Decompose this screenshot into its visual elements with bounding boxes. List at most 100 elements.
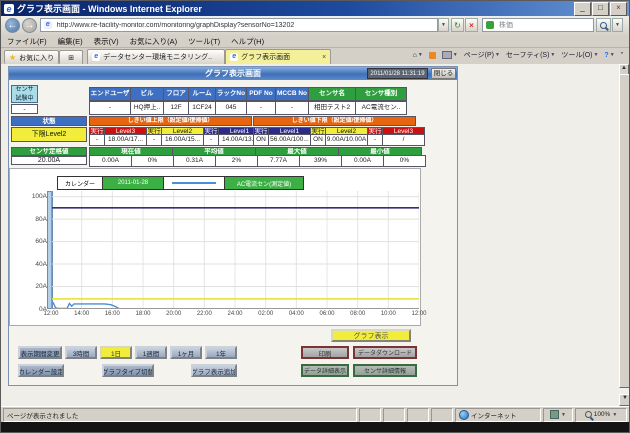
col-header: センサ名 [308, 87, 356, 101]
window-controls: _ □ × [574, 2, 627, 16]
security-zone: インターネット [455, 408, 541, 422]
tab-datacenter-monitoring[interactable]: e データセンター環境モニタリング.. [87, 49, 225, 64]
scrollbar-thumb[interactable] [619, 74, 630, 388]
print-page-button[interactable]: 印刷 [301, 346, 349, 359]
help-menu[interactable]: ?▼ [604, 52, 614, 59]
minimize-button[interactable]: _ [574, 2, 591, 16]
status-cell [431, 408, 453, 422]
period-1week-button[interactable]: 1週間 [135, 346, 167, 359]
col-value: 045 [215, 101, 247, 115]
data-detail-button[interactable]: データ詳細表示 [301, 364, 349, 377]
vertical-scrollbar[interactable]: ▲ ▼ [619, 64, 629, 406]
rated-header: センサ定格値 [11, 147, 87, 156]
period-3hour-button[interactable]: 3時間 [65, 346, 97, 359]
tab-label: データセンター環境モニタリング.. [103, 52, 212, 62]
ie-logo-icon: e [4, 4, 14, 14]
page-menu[interactable]: ページ(P)▼ [464, 50, 500, 60]
col-header: エンドユーザ [89, 87, 131, 101]
legend-calendar-label: カレンダー [57, 176, 103, 190]
add-favorite-button[interactable]: ⊞ [59, 50, 83, 64]
sensor-detail-button[interactable]: センサ詳細情報 [353, 364, 417, 377]
address-field[interactable]: e [40, 18, 438, 32]
search-options-button[interactable]: ▼ [612, 18, 623, 32]
graph-show-button[interactable]: グラフ表示 [331, 329, 411, 342]
overflow-chevron[interactable]: ” [621, 52, 623, 59]
help-icon: ? [604, 52, 608, 59]
tab-favicon: e [92, 53, 100, 61]
period-1month-button[interactable]: 1ヶ月 [170, 346, 202, 359]
protected-mode-cell[interactable]: ▼ [543, 408, 573, 422]
sensor-info-table: エンドユーザ- ビルHQ押上.. フロア12F ルーム1CF24 ラックNo04… [89, 87, 407, 115]
col-header: ビル [130, 87, 164, 101]
col-value: - [275, 101, 309, 115]
search-box[interactable] [482, 18, 594, 32]
shield-icon [550, 410, 559, 419]
rated-value: 20.00A [11, 156, 87, 165]
calendar-setting-button[interactable]: カレンダー設定 [18, 364, 64, 377]
menu-help[interactable]: ヘルプ(H) [231, 36, 264, 47]
maximize-button[interactable]: □ [592, 2, 609, 16]
menu-bar: ファイル(F) 編集(E) 表示(V) お気に入り(A) ツール(T) ヘルプ(… [1, 35, 629, 48]
tools-menu[interactable]: ツール(O)▼ [561, 50, 598, 60]
legend-line-sample [163, 176, 225, 190]
threshold-upper-title: しきい値上限（設定値/復帰値） [89, 116, 252, 126]
period-1day-button[interactable]: 1日 [100, 346, 132, 359]
tab-bar: ★ お気に入り ⊞ e データセンター環境モニタリング.. e グラフ表示画面 … [1, 48, 629, 64]
period-1year-button[interactable]: 1年 [205, 346, 237, 359]
status-header: 状態 [11, 116, 87, 126]
forward-button[interactable]: → [22, 18, 37, 33]
status-value: 下限Level2 [11, 127, 87, 142]
data-download-button[interactable]: データダウンロード [353, 346, 417, 359]
favorites-label: お気に入り [19, 53, 54, 63]
favorites-button[interactable]: ★ お気に入り [4, 50, 59, 64]
url-input[interactable] [55, 21, 434, 30]
tab-close-icon[interactable]: × [322, 54, 326, 61]
screen-bottom-strip [1, 422, 629, 433]
menu-view[interactable]: 表示(V) [94, 36, 119, 47]
measurement-values: 0.00A 0% 0.31A 2% 7.77A 39% 0.00A 0% [89, 155, 426, 167]
print-button[interactable]: ▼ [442, 51, 458, 59]
status-cell [407, 408, 429, 422]
tab-graph-display[interactable]: e グラフ表示画面 × [225, 49, 331, 64]
page-title: グラフ表示画面 [205, 69, 261, 78]
sensor-test-badge: センサ試験中 [11, 85, 38, 103]
home-button[interactable]: ⌂▼ [413, 52, 423, 59]
col-header: ルーム [188, 87, 216, 101]
search-button[interactable] [596, 18, 611, 32]
stop-icon[interactable]: × [465, 18, 478, 32]
safety-menu[interactable]: セーフティ(S)▼ [506, 50, 555, 60]
tab-favicon: e [230, 53, 238, 61]
graph-type-button[interactable]: グラフタイプ切替 [102, 364, 154, 377]
back-button[interactable]: ← [5, 18, 20, 33]
period-change-label-button[interactable]: 表示期間変更 [18, 346, 62, 359]
col-value: HQ押上.. [130, 101, 164, 115]
internet-zone-icon [459, 410, 469, 420]
zoom-control[interactable]: 100% ▼ [575, 408, 627, 422]
ie-window: e グラフ表示画面 - Windows Internet Explorer _ … [0, 0, 630, 433]
search-provider-icon [486, 21, 494, 29]
menu-favorites[interactable]: お気に入り(A) [130, 36, 178, 47]
scroll-down-icon[interactable]: ▼ [619, 394, 630, 406]
feeds-button[interactable] [429, 52, 436, 59]
menu-file[interactable]: ファイル(F) [7, 36, 47, 47]
search-icon [600, 22, 607, 29]
col-value: - [246, 101, 276, 115]
search-input[interactable] [497, 21, 590, 30]
threshold-upper-values: -18.00A/17... -16.00A/15... -14.00A/13..… [89, 134, 261, 146]
graph-add-button[interactable]: グラフ表示追加 [191, 364, 237, 377]
col-value: 12F [163, 101, 189, 115]
close-window-button[interactable]: × [610, 2, 627, 16]
command-bar: ⌂▼ ▼ ページ(P)▼ セーフティ(S)▼ ツール(O)▼ ?▼ ” [413, 50, 623, 60]
threshold-lower-values: ON56.00A/100... ON9.00A/10.00A -/ [253, 134, 425, 146]
page-close-button[interactable]: 閉じる [431, 68, 456, 79]
page-favicon: e [44, 21, 52, 29]
col-value: 相田テスト2 [308, 101, 356, 115]
col-value: AC電流セン.. [355, 101, 407, 115]
menu-tools[interactable]: ツール(T) [188, 36, 220, 47]
refresh-icon[interactable]: ↻ [451, 18, 464, 32]
menu-edit[interactable]: 編集(E) [58, 36, 83, 47]
chart-plot [51, 191, 419, 309]
address-dropdown-button[interactable]: ▼ [438, 18, 449, 32]
col-value: - [89, 101, 131, 115]
sensor-test-value: - [11, 104, 38, 114]
